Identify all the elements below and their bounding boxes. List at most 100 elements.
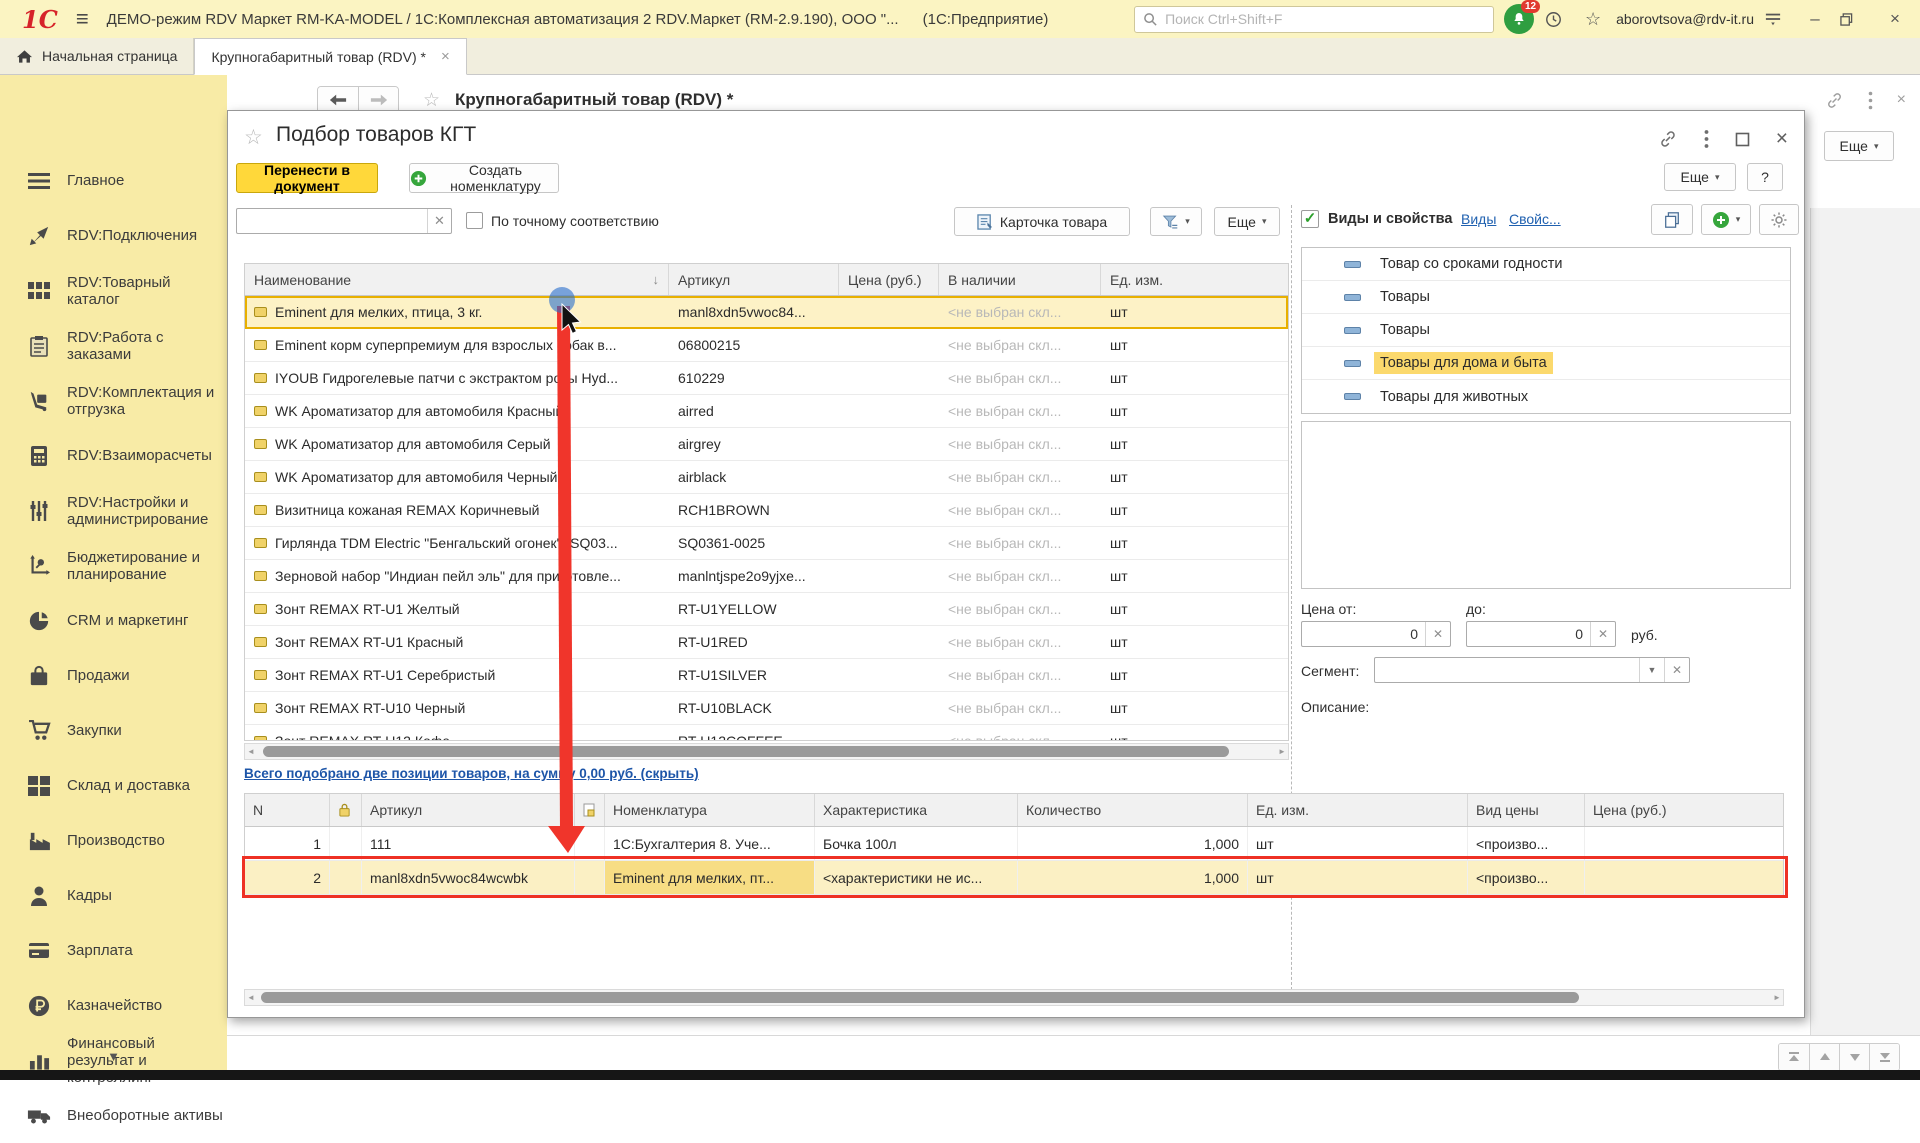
table-row[interactable]: Зонт REMAX RT-U1 СеребристыйRT-U1SILVER<… [245, 659, 1288, 692]
column-price2[interactable]: Цена (руб.) [1585, 794, 1781, 826]
sidebar-item-orders[interactable]: RDV:Работа с заказами [0, 318, 227, 373]
dialog-more-button[interactable]: Еще▾ [1664, 163, 1736, 191]
tab-home[interactable]: Начальная страница [0, 38, 194, 74]
tab-active-document[interactable]: Крупногабаритный товар (RDV) * × [194, 38, 466, 75]
sidebar-item-calculator[interactable]: RDV:Взаиморасчеты [0, 428, 227, 483]
scroll-right-icon[interactable]: ► [1276, 747, 1288, 756]
column-nomenclature[interactable]: Номенклатура [605, 794, 815, 826]
table-row[interactable]: WK Ароматизатор для автомобиля Красныйai… [245, 395, 1288, 428]
scroll-right-icon[interactable]: ► [1771, 993, 1783, 1002]
column-price[interactable]: Цена (руб.) [839, 264, 939, 295]
column-price-kind[interactable]: Вид цены [1468, 794, 1585, 826]
page-close-icon[interactable]: × [1897, 91, 1906, 110]
segment-combobox[interactable]: ▼✕ [1374, 657, 1690, 683]
column-n[interactable]: N [245, 794, 330, 826]
tree-item[interactable]: Товары [1302, 314, 1790, 347]
scroll-left-icon[interactable]: ◄ [245, 747, 257, 756]
table-row[interactable]: Зонт REMAX RT-U10 ЧерныйRT-U10BLACK<не в… [245, 692, 1288, 725]
table-row[interactable]: Зонт REMAX RT-U1 ЖелтыйRT-U1YELLOW<не вы… [245, 593, 1288, 626]
close-tab-icon[interactable]: × [441, 48, 450, 65]
exact-match-checkbox[interactable] [466, 212, 483, 229]
transfer-to-document-button[interactable]: Перенести в документ [236, 163, 378, 193]
column-article2[interactable]: Артикул [362, 794, 575, 826]
copy-button[interactable] [1651, 204, 1693, 235]
page-link-icon[interactable] [1825, 91, 1844, 110]
tree-item[interactable]: Товары [1302, 281, 1790, 314]
table-row[interactable]: IYOUB Гидрогелевые патчи с экстрактом ро… [245, 362, 1288, 395]
tree-item[interactable]: Товар со сроками годности [1302, 248, 1790, 281]
sidebar-item-hr[interactable]: Кадры [0, 868, 227, 923]
help-button[interactable]: ? [1747, 163, 1783, 191]
properties-link[interactable]: Свойс... [1509, 211, 1561, 227]
selected-summary-link[interactable]: Всего подобрано две позиции товаров, на … [244, 766, 699, 781]
product-table-hscrollbar[interactable]: ◄ ► [244, 743, 1289, 760]
sidebar-item-rocket[interactable]: RDV:Подключения [0, 208, 227, 263]
settings-gear-icon[interactable] [1759, 204, 1799, 235]
user-account[interactable]: aborovtsova@rdv-it.ru [1616, 11, 1754, 27]
dialog-kebab-icon[interactable] [1704, 129, 1709, 149]
types-properties-checkbox[interactable]: ✓ [1301, 210, 1319, 228]
table-row[interactable]: WK Ароматизатор для автомобиля Черныйair… [245, 461, 1288, 494]
sidebar-item-planning[interactable]: Бюджетирование и планирование [0, 538, 227, 593]
move-bottom-icon[interactable] [1869, 1044, 1899, 1070]
table-row[interactable]: Зонт REMAX RT-U12 КофеRT-U12COFFEE<не вы… [245, 725, 1288, 740]
column-characteristic[interactable]: Характеристика [815, 794, 1018, 826]
column-article[interactable]: Артикул [669, 264, 839, 295]
table-row[interactable]: Eminent для мелких, птица, 3 кг.manl8xdn… [245, 296, 1288, 329]
notifications-button[interactable]: 12 [1504, 4, 1534, 34]
clear-segment-icon[interactable]: ✕ [1664, 658, 1689, 682]
global-search-input[interactable]: Поиск Ctrl+Shift+F [1134, 6, 1494, 33]
sidebar-item-salary[interactable]: Зарплата [0, 923, 227, 978]
column-unit2[interactable]: Ед. изм. [1248, 794, 1468, 826]
product-search-input[interactable]: ✕ [236, 208, 452, 234]
add-kind-button[interactable]: ▾ [1701, 204, 1751, 235]
table-row[interactable]: WK Ароматизатор для автомобиля Серыйairg… [245, 428, 1288, 461]
page-more-button[interactable]: Еще▾ [1824, 131, 1894, 161]
column-availability[interactable]: В наличии [939, 264, 1101, 295]
selected-table-hscrollbar[interactable]: ◄ ► [244, 989, 1784, 1006]
sidebar-item-shipping[interactable]: RDV:Комплектация и отгрузка [0, 373, 227, 428]
table-row[interactable]: Визитница кожаная REMAX КоричневыйRCH1BR… [245, 494, 1288, 527]
product-card-button[interactable]: Карточка товара [954, 207, 1130, 236]
sidebar-item-purchases[interactable]: Закупки [0, 703, 227, 758]
filter-button[interactable]: ▾ [1150, 207, 1202, 236]
sidebar-item-assets[interactable]: Внеоборотные активы [0, 1088, 227, 1143]
move-top-icon[interactable] [1779, 1044, 1809, 1070]
scroll-left-icon[interactable]: ◄ [245, 993, 257, 1002]
clear-search-icon[interactable]: ✕ [427, 209, 451, 233]
minimize-button[interactable]: – [1800, 9, 1830, 29]
move-down-icon[interactable] [1839, 1044, 1869, 1070]
column-quantity[interactable]: Количество [1018, 794, 1248, 826]
table-row[interactable]: Eminent корм суперпремиум для взрослых с… [245, 329, 1288, 362]
sidebar-item-catalog[interactable]: RDV:Товарный каталог [0, 263, 227, 318]
close-window-button[interactable]: × [1880, 9, 1910, 29]
dialog-close-icon[interactable]: × [1776, 127, 1788, 151]
move-up-icon[interactable] [1809, 1044, 1839, 1070]
dialog-star-icon[interactable]: ☆ [244, 125, 263, 150]
clear-price-to-icon[interactable]: ✕ [1590, 622, 1615, 646]
table-row[interactable]: Гирлянда TDM Electric "Бенгальский огоне… [245, 527, 1288, 560]
page-star-icon[interactable]: ☆ [423, 89, 440, 112]
sidebar-item-crm[interactable]: CRM и маркетинг [0, 593, 227, 648]
sidebar-item-treasury[interactable]: Казначейство [0, 978, 227, 1033]
page-kebab-icon[interactable] [1868, 91, 1873, 110]
dialog-maximize-icon[interactable] [1735, 132, 1750, 147]
dropdown-arrow-icon[interactable]: ▼ [1639, 658, 1664, 682]
main-menu-icon[interactable]: ≡ [76, 6, 89, 32]
tree-item[interactable]: Товары для дома и быта [1302, 347, 1790, 380]
create-nomenclature-button[interactable]: Создать номенклатуру [409, 163, 559, 193]
types-link[interactable]: Виды [1461, 211, 1496, 227]
tree-item[interactable]: Товары для животных [1302, 380, 1790, 413]
table-row[interactable]: Зонт REMAX RT-U1 КрасныйRT-U1RED<не выбр… [245, 626, 1288, 659]
dialog-link-icon[interactable] [1658, 129, 1678, 149]
sidebar-item-menu[interactable]: Главное [0, 153, 227, 208]
table-more-button[interactable]: Еще▾ [1214, 207, 1280, 236]
sidebar-item-sales[interactable]: Продажи [0, 648, 227, 703]
sidebar-item-warehouse[interactable]: Склад и доставка [0, 758, 227, 813]
price-to-input[interactable]: 0✕ [1466, 621, 1616, 647]
sidebar-item-production[interactable]: Производство [0, 813, 227, 868]
sidebar-item-settings[interactable]: RDV:Настройки и администрирование [0, 483, 227, 538]
favorites-star-icon[interactable]: ☆ [1580, 9, 1606, 30]
user-menu-icon[interactable] [1764, 11, 1790, 27]
history-icon[interactable] [1544, 10, 1570, 29]
